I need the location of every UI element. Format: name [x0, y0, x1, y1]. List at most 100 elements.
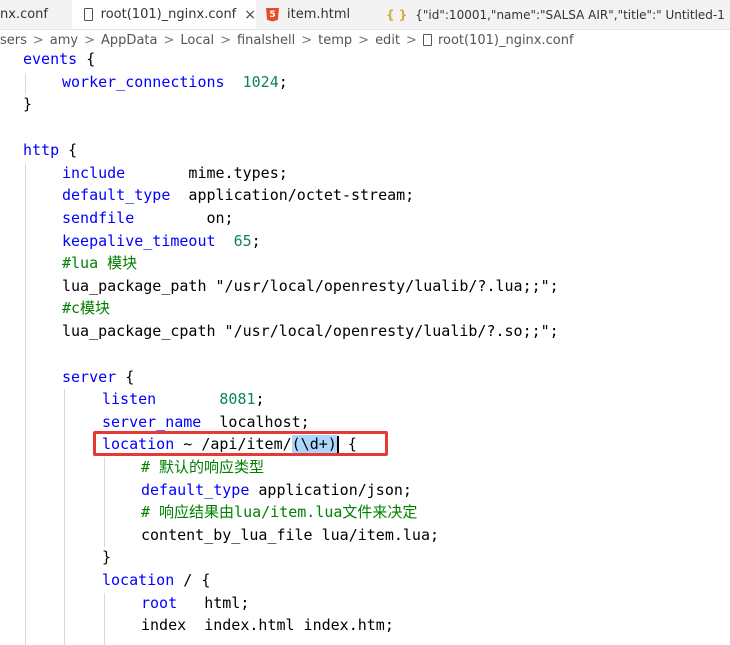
code-line: content_by_lua_file lua/item.lua; [141, 524, 439, 546]
tab-root-nginx-conf[interactable]: root(101)_nginx.conf × [72, 0, 256, 29]
breadcrumb-item[interactable]: root(101)_nginx.conf [438, 33, 574, 48]
code-text: lua_package_cpath "/usr/local/openresty/… [62, 322, 559, 340]
code-line: server { [62, 366, 134, 388]
keyword-token: keepalive_timeout [62, 232, 216, 250]
chevron-right-icon: > [406, 32, 417, 48]
code-text: ; [251, 232, 261, 250]
code-text: ; [255, 390, 265, 408]
code-text: index [141, 616, 187, 634]
code-text: on; [134, 209, 234, 227]
code-line: root html; [141, 592, 249, 614]
code-line: events { [23, 48, 95, 70]
code-line: include mime.types; [62, 162, 288, 184]
editor-tab-bar: nx.conf root(101)_nginx.conf × 5 item.ht… [0, 0, 730, 30]
code-line: keepalive_timeout 65; [62, 230, 261, 252]
keyword-token: listen [102, 390, 157, 408]
code-line: lua_package_cpath "/usr/local/openresty/… [62, 320, 559, 342]
chevron-right-icon: > [220, 32, 231, 48]
tab-untitled-1[interactable]: { } {"id":10001,"name":"SALSA AIR","titl… [378, 0, 730, 29]
tab-label: nx.conf [0, 7, 48, 22]
breadcrumb-item[interactable]: edit [375, 33, 400, 48]
breadcrumb-item[interactable]: Local [180, 33, 214, 48]
breadcrumb-item[interactable]: finalshell [237, 33, 295, 48]
breadcrumb-item[interactable]: amy [50, 33, 78, 48]
comment-token: #lua 模块 [62, 254, 138, 272]
tab-label: root(101)_nginx.conf [100, 7, 237, 22]
code-line: #lua 模块 [62, 252, 137, 274]
chevron-right-icon: > [84, 32, 96, 48]
json-icon: { } [386, 7, 408, 22]
breadcrumb: sers > amy > AppData > Local > finalshel… [0, 29, 730, 51]
code-text: content_by_lua_file lua/item.lua; [141, 526, 440, 544]
code-text: ; [278, 73, 288, 91]
code-text: } [102, 548, 112, 566]
chevron-right-icon: > [32, 32, 44, 48]
code-line: } [102, 546, 111, 568]
code-line: index index.html index.htm; [141, 614, 394, 636]
code-text: index.html index.htm; [186, 616, 394, 634]
tab-item-html[interactable]: 5 item.html [256, 0, 366, 29]
code-line: sendfile on; [62, 207, 234, 229]
keyword-token: server_name [102, 413, 202, 431]
code-line: location / { [102, 569, 210, 591]
indent-guide [104, 457, 105, 547]
breadcrumb-item[interactable]: sers [0, 33, 27, 48]
keyword-token: server [62, 368, 117, 386]
code-line: #c模块 [62, 297, 110, 319]
code-text: localhost; [201, 413, 310, 431]
number-token: 65 [233, 232, 252, 250]
code-line: default_type application/json; [141, 479, 412, 501]
code-text: application/octet-stream; [170, 186, 415, 204]
keyword-token: sendfile [62, 209, 135, 227]
code-line: http { [23, 139, 77, 161]
code-text: { [59, 141, 78, 159]
indent-guide [64, 389, 65, 645]
keyword-token: http [23, 141, 60, 159]
keyword-token: default_type [141, 481, 250, 499]
code-text: { [77, 50, 96, 68]
chevron-right-icon: > [163, 32, 175, 48]
code-line: worker_connections 1024; [62, 71, 288, 93]
highlight-box [93, 431, 388, 456]
code-text: lua_package_path "/usr/local/openresty/l… [62, 277, 559, 295]
code-line: listen 8081; [102, 388, 265, 410]
tab-label: {"id":10001,"name":"SALSA AIR","title":"… [415, 7, 725, 22]
code-text: } [23, 95, 33, 113]
breadcrumb-item[interactable]: AppData [101, 33, 157, 48]
code-line: # 默认的响应类型 [141, 456, 264, 478]
close-icon[interactable]: × [244, 7, 256, 23]
code-line: default_type application/octet-stream; [62, 184, 414, 206]
chevron-right-icon: > [358, 32, 370, 48]
indent-guide [25, 164, 26, 645]
keyword-token: events [23, 50, 78, 68]
keyword-token: worker_connections [62, 73, 225, 91]
chevron-right-icon: > [301, 32, 313, 48]
keyword-token: default_type [62, 186, 171, 204]
code-text: html; [177, 594, 250, 612]
file-icon [84, 8, 93, 21]
number-token: 8081 [219, 390, 256, 408]
keyword-token: include [62, 164, 126, 182]
keyword-token: location [102, 571, 175, 589]
keyword-token: root [141, 594, 178, 612]
code-line: lua_package_path "/usr/local/openresty/l… [62, 275, 559, 297]
code-text: / { [174, 571, 211, 589]
code-editor[interactable]: events { worker_connections 1024; } http… [0, 48, 730, 645]
comment-token: #c模块 [62, 299, 111, 317]
code-line: server_name localhost; [102, 411, 310, 433]
indent-guide [25, 73, 26, 95]
comment-token: # 响应结果由lua/item.lua文件来决定 [141, 503, 418, 521]
code-text: application/json; [249, 481, 412, 499]
breadcrumb-item[interactable]: temp [318, 33, 352, 48]
file-icon [422, 34, 432, 46]
indent-guide [104, 593, 105, 645]
number-token: 1024 [242, 73, 279, 91]
code-line: # 响应结果由lua/item.lua文件来决定 [141, 501, 417, 523]
tab-nginx-conf[interactable]: nx.conf [0, 0, 72, 29]
code-text: { [116, 368, 135, 386]
code-text: mime.types; [125, 164, 288, 182]
tab-label: item.html [287, 7, 351, 22]
